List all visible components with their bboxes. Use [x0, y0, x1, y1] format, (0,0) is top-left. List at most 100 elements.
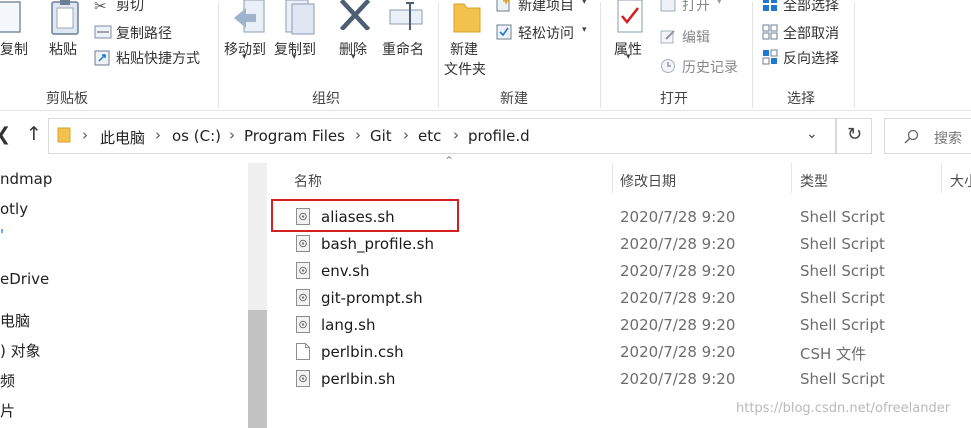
file-name[interactable]: perlbin.sh	[321, 370, 395, 388]
copy-label: 复制	[0, 42, 28, 58]
annotation-highlight-box	[271, 199, 459, 232]
file-type: CSH 文件	[800, 345, 867, 363]
file-name[interactable]: env.sh	[321, 262, 370, 280]
move-to-icon	[234, 0, 265, 33]
new-folder-button[interactable]: 新建 文件夹	[442, 0, 494, 80]
copy-to-dropdown-icon: ▾	[292, 52, 297, 62]
select-all-label: 全部选择	[783, 0, 839, 14]
search-field[interactable]: 搜索	[884, 118, 971, 154]
move-to-button[interactable]: 移动到 ▾	[224, 0, 272, 70]
column-divider[interactable]	[612, 163, 613, 193]
shell-script-file-icon	[296, 289, 310, 306]
nav-item-unknown[interactable]: '	[0, 226, 4, 244]
file-name[interactable]: bash_profile.sh	[321, 235, 434, 253]
column-header-size[interactable]: 大小	[950, 171, 971, 191]
delete-x-icon	[340, 0, 370, 30]
column-divider[interactable]	[941, 163, 942, 193]
breadcrumb-this-pc[interactable]: 此电脑	[100, 127, 145, 148]
new-group-label: 新建	[500, 91, 528, 107]
new-folder-label-line2: 文件夹	[444, 62, 486, 78]
ribbon-separator	[752, 2, 753, 108]
refresh-icon: ↻	[847, 124, 863, 145]
properties-button[interactable]: 属性 ▾	[608, 0, 652, 70]
edit-button[interactable]: 编辑	[660, 26, 730, 46]
select-all-button[interactable]: 全部选择	[762, 0, 858, 16]
invert-selection-icon	[762, 49, 778, 65]
chevron-right-icon: ›	[155, 126, 161, 144]
ribbon: 复制 粘贴 ✂ 剪切 复制路径 粘贴快捷方式 剪贴板 移动到 ▾ 复制到 ▾ 删…	[0, 0, 971, 111]
paste-button[interactable]: 粘贴	[46, 0, 86, 60]
copy-to-button[interactable]: 复制到 ▾	[274, 0, 322, 70]
nav-item-potly[interactable]: otly	[0, 200, 28, 218]
copy-icon	[0, 1, 21, 33]
easy-access-dropdown-icon: ▾	[582, 25, 587, 35]
shell-script-file-icon	[296, 262, 310, 279]
copy-path-icon	[94, 25, 112, 39]
properties-dropdown-icon: ▾	[626, 52, 631, 62]
open-dropdown-icon: ▾	[717, 0, 722, 7]
nav-item-this-pc[interactable]: 电脑	[0, 310, 30, 331]
chevron-right-icon: ›	[82, 126, 88, 144]
invert-selection-button[interactable]: 反向选择	[762, 47, 858, 67]
address-bar[interactable]	[48, 118, 836, 154]
file-date: 2020/7/28 9:20	[620, 316, 736, 334]
breadcrumb-etc[interactable]: etc	[418, 127, 441, 145]
select-none-label: 全部取消	[783, 26, 839, 42]
select-none-button[interactable]: 全部取消	[762, 22, 858, 42]
edit-label: 编辑	[682, 30, 710, 46]
column-header-name[interactable]: 名称	[294, 171, 322, 191]
up-arrow-icon[interactable]: ↑	[26, 123, 42, 145]
file-name[interactable]: perlbin.csh	[321, 343, 404, 361]
file-name[interactable]: git-prompt.sh	[321, 289, 423, 307]
delete-button[interactable]: 删除 ▾	[336, 0, 372, 70]
history-icon	[661, 59, 675, 73]
ribbon-separator	[438, 2, 439, 108]
select-all-icon	[763, 0, 777, 11]
chevron-right-icon: ›	[453, 126, 459, 144]
address-dropdown-icon[interactable]: ⌄	[806, 126, 818, 142]
file-date: 2020/7/28 9:20	[620, 208, 736, 226]
rename-icon	[389, 2, 423, 30]
cut-button[interactable]: ✂ 剪切	[94, 0, 154, 16]
ribbon-separator	[600, 2, 601, 108]
nav-item-mindmap[interactable]: ndmap	[0, 170, 52, 188]
nav-item-onedrive[interactable]: eDrive	[0, 270, 49, 288]
nav-scrollbar-thumb[interactable]	[248, 310, 267, 428]
file-name[interactable]: lang.sh	[321, 316, 375, 334]
breadcrumb-git[interactable]: Git	[370, 127, 392, 145]
rename-button[interactable]: 重命名	[380, 0, 432, 60]
breadcrumb-profile-d[interactable]: profile.d	[468, 127, 530, 145]
file-type: Shell Script	[800, 208, 885, 226]
paste-shortcut-button[interactable]: 粘贴快捷方式	[94, 47, 214, 67]
watermark: https://blog.csdn.net/ofreelander	[736, 401, 951, 416]
nav-item-3d-objects[interactable]: ) 对象	[0, 340, 41, 361]
navigation-pane: ndmap otly ' eDrive 电脑 ) 对象 频 片	[0, 160, 268, 428]
column-divider[interactable]	[791, 163, 792, 193]
easy-access-icon	[496, 24, 512, 40]
properties-icon	[617, 0, 643, 33]
history-button[interactable]: 历史记录	[660, 56, 746, 76]
easy-access-button[interactable]: 轻松访问 ▾	[496, 22, 594, 42]
file-type: Shell Script	[800, 316, 885, 334]
paste-shortcut-label: 粘贴快捷方式	[116, 51, 200, 67]
open-group-label: 打开	[660, 91, 688, 107]
shell-script-file-icon	[296, 316, 310, 333]
open-button[interactable]: 打开 ▾	[660, 0, 730, 16]
new-item-button[interactable]: 新建项目 ▾	[496, 0, 594, 16]
copy-path-button[interactable]: 复制路径	[94, 22, 184, 42]
breadcrumb-program-files[interactable]: Program Files	[244, 127, 345, 145]
column-header-type[interactable]: 类型	[800, 171, 828, 191]
file-date: 2020/7/28 9:20	[620, 343, 736, 361]
open-icon	[660, 0, 676, 12]
nav-item-pictures[interactable]: 片	[0, 400, 15, 421]
back-button[interactable]: ❮	[0, 124, 11, 145]
column-header-date[interactable]: 修改日期	[620, 171, 676, 191]
cut-label: 剪切	[116, 0, 144, 14]
file-type: Shell Script	[800, 289, 885, 307]
breadcrumb-drive[interactable]: os (C:)	[172, 127, 221, 145]
shell-script-file-icon	[296, 370, 310, 387]
refresh-button[interactable]: ↻	[836, 118, 872, 154]
copy-button[interactable]: 复制	[0, 0, 32, 60]
easy-access-label: 轻松访问	[518, 26, 574, 42]
nav-item-videos[interactable]: 频	[0, 370, 15, 391]
